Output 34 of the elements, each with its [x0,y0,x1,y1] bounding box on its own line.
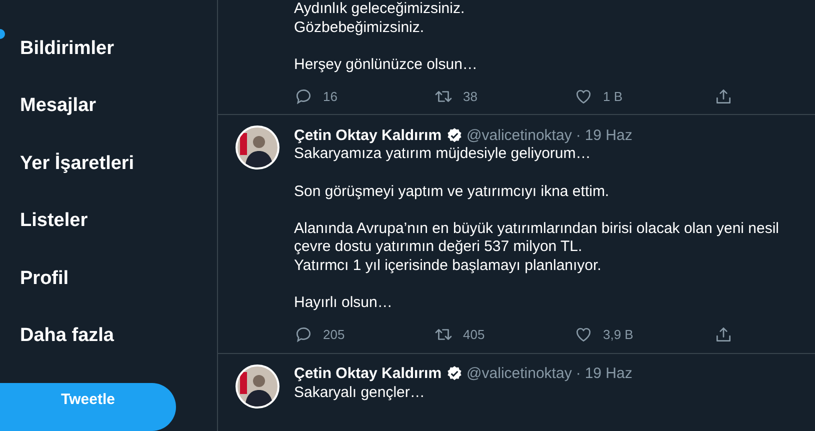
separator-dot: · [576,126,581,144]
speech-bubble-icon[interactable] [294,325,313,344]
heart-icon[interactable] [574,325,593,344]
nav-item[interactable]: Listeler [0,206,217,264]
nav-item[interactable]: Daha fazla [0,321,217,379]
author-handle[interactable]: @valicetinoktay [466,365,572,382]
tweet-text: Alanında Avrupa’nın en büyük yatırımlarından birisi olacak olan yeni nesil çevre dostu yatırımın değeri 537 milyon TL. Yatırmcı 1 yıl içerisinde başlamayı planlanıyor. [294,220,780,276]
like-count: 1 B [603,88,623,104]
separator-dot: · [576,365,581,382]
like-count: 3,9 B [603,327,634,342]
retweet-count: 38 [463,88,478,104]
author-name[interactable]: Çetin Oktay Kaldırım [294,365,442,382]
nav-item[interactable]: Profil [0,264,217,322]
author-name[interactable]: Çetin Oktay Kaldırım [294,126,442,144]
tweet-text: Son görüşmeyi yaptım ve yatırımcıyı ikna ettim. [294,182,610,202]
tweet-date[interactable]: 19 Haz [584,126,632,144]
tweet-date[interactable]: 19 Haz [584,365,632,382]
nav-item[interactable]: Bildirimler [0,34,217,92]
avatar[interactable] [235,364,280,409]
share-icon[interactable] [714,325,733,344]
author-handle[interactable]: @valicetinoktay [466,126,572,144]
avatar[interactable] [235,125,280,170]
tweet-text: Sakaryamıza yatırım müjdesiyle geliyorum… [294,145,592,164]
reply-count: 16 [323,88,338,104]
speech-bubble-icon[interactable] [294,86,313,106]
nav-item[interactable]: Yer İşaretleri [0,148,217,206]
tweet-text: Aydınlık geleceğimizsiniz. Gözbebeğimizsiniz. [294,0,466,38]
share-icon[interactable] [714,86,733,106]
tweet-text: Herşey gönlünüzce olsun… [294,56,478,74]
retweet-count: 405 [463,327,485,342]
tweet-text: Sakaryalı gençler… [294,384,426,402]
nav-item[interactable]: Mesajlar [0,91,217,149]
tweet-text: Hayırlı olsun… [294,294,394,313]
reply-count: 205 [323,327,345,342]
